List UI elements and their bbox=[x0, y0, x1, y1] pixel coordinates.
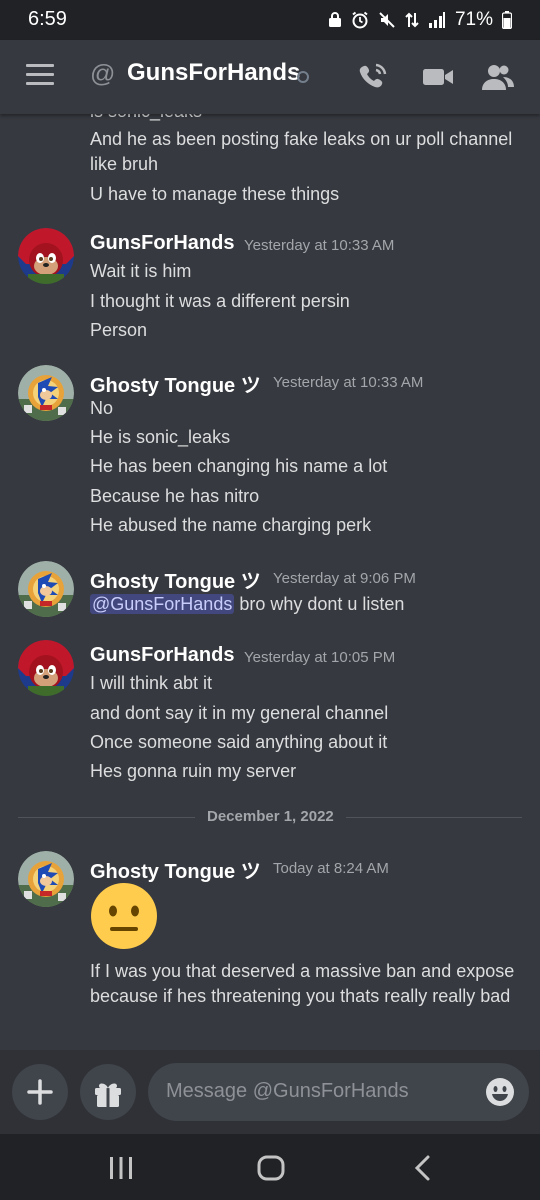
voice-call-icon[interactable] bbox=[356, 60, 390, 94]
avatar[interactable] bbox=[18, 561, 74, 617]
message-text: Wait it is him bbox=[90, 261, 192, 281]
add-attachment-button[interactable] bbox=[12, 1064, 68, 1120]
channel-header: @ GunsForHands bbox=[0, 40, 540, 114]
avatar[interactable] bbox=[18, 228, 74, 284]
message-timestamp: Today at 8:24 AM bbox=[273, 860, 389, 877]
message-text: and dont say it in my general channel bbox=[90, 703, 389, 723]
avatar[interactable] bbox=[18, 851, 74, 907]
message-text: I thought it was a different persin bbox=[90, 291, 350, 311]
mute-icon bbox=[379, 12, 395, 28]
offline-status-icon bbox=[297, 71, 309, 83]
message-input-placeholder: Message @GunsForHands bbox=[166, 1080, 409, 1102]
message-author[interactable]: GunsForHands bbox=[90, 644, 234, 667]
members-icon[interactable] bbox=[481, 60, 515, 94]
message-text-fragment: bro why dont u listen bbox=[234, 594, 405, 614]
gift-nitro-button[interactable] bbox=[80, 1064, 136, 1120]
video-call-icon[interactable] bbox=[421, 60, 455, 94]
at-icon: @ bbox=[90, 60, 116, 88]
lock-icon bbox=[328, 12, 341, 27]
message-composer: Message @GunsForHands bbox=[0, 1050, 540, 1134]
message-timestamp: Yesterday at 10:33 AM bbox=[244, 237, 395, 254]
message-author[interactable]: Ghosty Tongue ツ bbox=[90, 369, 261, 398]
sonic-avatar-icon bbox=[18, 365, 74, 421]
plus-icon bbox=[27, 1079, 53, 1105]
message-input[interactable]: Message @GunsForHands bbox=[148, 1063, 529, 1121]
date-divider: December 1, 2022 bbox=[195, 808, 346, 825]
message-text: He has been changing his name a lot bbox=[90, 456, 388, 476]
system-navigation-bar bbox=[0, 1134, 540, 1200]
home-icon[interactable] bbox=[256, 1153, 286, 1183]
gift-icon bbox=[95, 1083, 121, 1107]
message-text: If I was you that deserved a massive ban… bbox=[90, 961, 515, 981]
message-author[interactable]: Ghosty Tongue ツ bbox=[90, 855, 261, 884]
message-list[interactable]: is sonic_leaks And he as been posting fa… bbox=[0, 114, 540, 1050]
sonic-avatar-icon bbox=[18, 851, 74, 907]
alarm-icon bbox=[352, 11, 368, 29]
message-text: No bbox=[90, 398, 114, 418]
message-text: U have to manage these things bbox=[90, 184, 340, 204]
message-author[interactable]: Ghosty Tongue ツ bbox=[90, 565, 261, 594]
message-timestamp: Yesterday at 9:06 PM bbox=[273, 570, 416, 587]
user-mention[interactable]: @GunsForHands bbox=[90, 594, 235, 614]
signal-icon bbox=[428, 12, 445, 28]
message-text: He abused the name charging perk bbox=[90, 515, 372, 535]
message-text: @GunsForHands bro why dont u listen bbox=[90, 594, 404, 615]
back-icon[interactable] bbox=[408, 1153, 438, 1183]
sonic-avatar-icon bbox=[18, 561, 74, 617]
status-bar: 6:59 71% bbox=[0, 0, 540, 40]
message-text: is sonic_leaks bbox=[90, 114, 202, 122]
emoji-picker-icon[interactable] bbox=[485, 1077, 515, 1107]
message-text: Hes gonna ruin my server bbox=[90, 761, 297, 781]
message-timestamp: Yesterday at 10:05 PM bbox=[244, 649, 396, 666]
data-transfer-icon bbox=[405, 12, 419, 28]
message-text: Because he has nitro bbox=[90, 486, 260, 506]
message-text: And he as been posting fake leaks on ur … bbox=[90, 129, 513, 149]
battery-percentage: 71% bbox=[454, 9, 493, 30]
hamburger-menu-icon[interactable] bbox=[26, 64, 54, 86]
message-text: because if hes threatening you thats rea… bbox=[90, 986, 511, 1006]
dm-title[interactable]: GunsForHands bbox=[127, 59, 300, 87]
avatar[interactable] bbox=[18, 365, 74, 421]
recent-apps-icon[interactable] bbox=[106, 1153, 136, 1183]
neutral-face-emoji-icon[interactable] bbox=[90, 882, 158, 950]
knuckles-avatar-icon bbox=[18, 228, 74, 284]
knuckles-avatar-icon bbox=[18, 640, 74, 696]
message-text: I will think abt it bbox=[90, 673, 213, 693]
message-timestamp: Yesterday at 10:33 AM bbox=[273, 374, 424, 391]
system-icons: 71% bbox=[328, 9, 512, 31]
battery-icon bbox=[502, 11, 512, 29]
message-author[interactable]: GunsForHands bbox=[90, 232, 234, 255]
message-text: Once someone said anything about it bbox=[90, 732, 388, 752]
clock: 6:59 bbox=[28, 8, 67, 30]
message-text: like bruh bbox=[90, 154, 159, 174]
message-text: Person bbox=[90, 320, 148, 340]
avatar[interactable] bbox=[18, 640, 74, 696]
message-text: He is sonic_leaks bbox=[90, 427, 231, 447]
